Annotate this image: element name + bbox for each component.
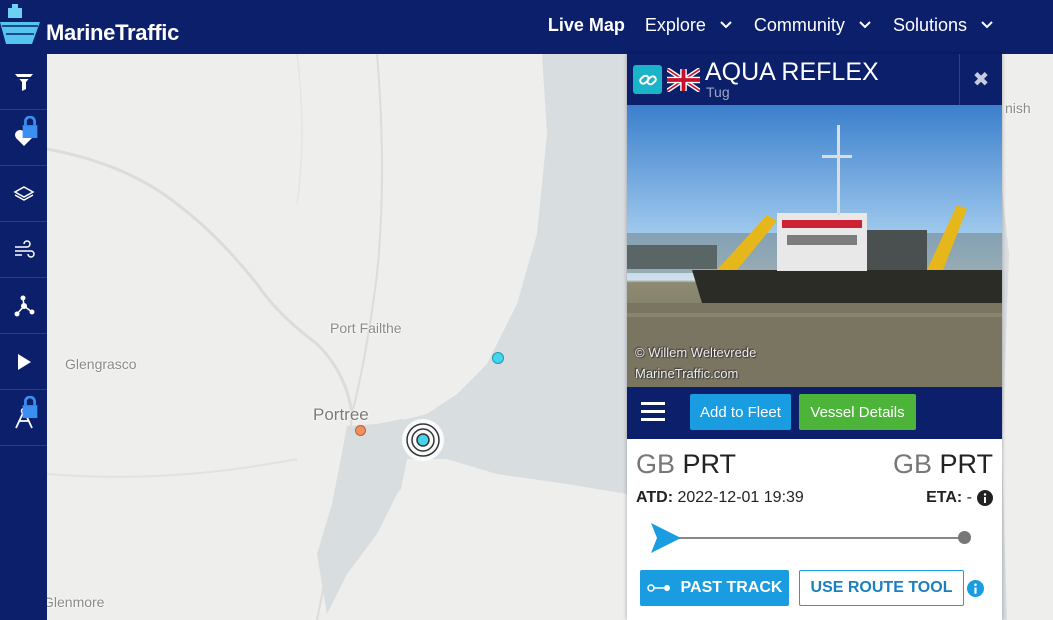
atd: ATD: 2022-12-01 19:39 [636,489,804,507]
filter-icon [14,73,33,91]
filters-button[interactable] [0,54,47,110]
departure-country: GB [636,449,676,479]
ship-position-arrow-icon [651,523,681,553]
marinetraffic-logo[interactable]: MarineTraffic [0,2,179,52]
voyage-progress-bar [627,517,1002,567]
brand-name: MarineTraffic [46,20,180,45]
nav-live-map-label: Live Map [547,14,625,35]
info-icon[interactable] [967,580,984,597]
target-ring-icon [402,419,444,461]
my-fleets-button[interactable] [0,110,47,166]
map-tools-sidebar [0,54,47,620]
voyage-ports: GB PRT GB PRT [627,439,1002,489]
vessel-details-button[interactable]: Vessel Details [799,394,916,430]
route-tool-button[interactable]: USE ROUTE TOOL [799,570,964,606]
vessel-type: Tug [706,84,730,100]
vessel-panel-header: AQUA REFLEX Tug ✖ [627,54,1002,105]
nav-live-map[interactable]: Live Map [548,15,625,36]
nav-solutions[interactable]: Solutions [893,15,995,36]
lock-icon [22,116,38,138]
eta-label: ETA: [926,489,963,506]
vessel-info-panel: AQUA REFLEX Tug ✖ © Willem Weltevrede Ma… [627,54,1002,620]
past-track-button[interactable]: PAST TRACK [640,570,789,606]
place-label: Port Failthe [330,320,402,336]
ship-logo-icon [0,4,42,50]
place-label: Glengrasco [65,356,137,372]
nav-community[interactable]: Community [754,15,873,36]
chevron-down-icon [720,21,732,29]
share-link-button[interactable] [633,65,662,94]
photo-credit-author: © Willem Weltevrede [635,345,757,360]
wind-icon [14,239,35,258]
eta-value: - [966,489,972,506]
top-navigation-bar: MarineTraffic Live Map Explore Community… [0,0,1053,54]
selected-vessel-marker[interactable] [401,418,445,462]
lock-icon [22,396,38,418]
hamburger-menu-icon[interactable] [641,401,665,423]
density-button[interactable] [0,278,47,334]
voyage-times: ATD: 2022-12-01 19:39 ETA: - [627,489,1002,517]
play-icon [17,353,31,370]
atd-label: ATD: [636,489,674,506]
network-icon [14,295,34,316]
track-icon [646,584,670,592]
close-icon: ✖ [972,69,990,91]
past-track-label: PAST TRACK [680,579,783,596]
add-to-fleet-button[interactable]: Add to Fleet [690,394,791,430]
vessel-marker[interactable] [355,425,366,436]
layers-button[interactable] [0,166,47,222]
close-button[interactable]: ✖ [959,54,1002,105]
arrival-port-code: PRT [939,449,993,479]
chevron-down-icon [859,21,871,29]
destination-dot [958,531,971,544]
atd-value: 2022-12-01 19:39 [677,489,804,506]
layers-icon [12,185,35,201]
vessel-name: AQUA REFLEX [705,58,879,86]
eta: ETA: - [926,489,993,507]
place-label: Glenmore [47,594,105,610]
arrival-port[interactable]: GB PRT [893,449,993,480]
place-label: nish [1005,100,1031,116]
united-kingdom-flag-icon [667,68,700,92]
vessel-action-bar: Add to Fleet Vessel Details [627,387,1002,439]
track-buttons: PAST TRACK USE ROUTE TOOL [627,567,1002,607]
playback-button[interactable] [0,334,47,390]
departure-port-code: PRT [682,449,737,479]
main-nav: Live Map Explore Community Solutions [528,0,995,50]
arrival-country: GB [892,449,932,479]
info-icon[interactable] [977,490,993,506]
nav-explore-label: Explore [644,14,706,35]
vessel-photo[interactable]: © Willem Weltevrede MarineTraffic.com [627,105,1002,387]
weather-button[interactable] [0,222,47,278]
vessel-marker[interactable] [492,352,504,364]
measure-tool-button[interactable] [0,390,47,446]
nav-explore[interactable]: Explore [645,15,734,36]
progress-track [662,537,967,539]
place-label: Portree [313,405,369,424]
chevron-down-icon [981,21,993,29]
photo-credit-site: MarineTraffic.com [635,366,739,381]
link-icon [638,74,657,85]
nav-solutions-label: Solutions [892,14,967,35]
nav-community-label: Community [753,14,845,35]
departure-port[interactable]: GB PRT [636,449,736,480]
